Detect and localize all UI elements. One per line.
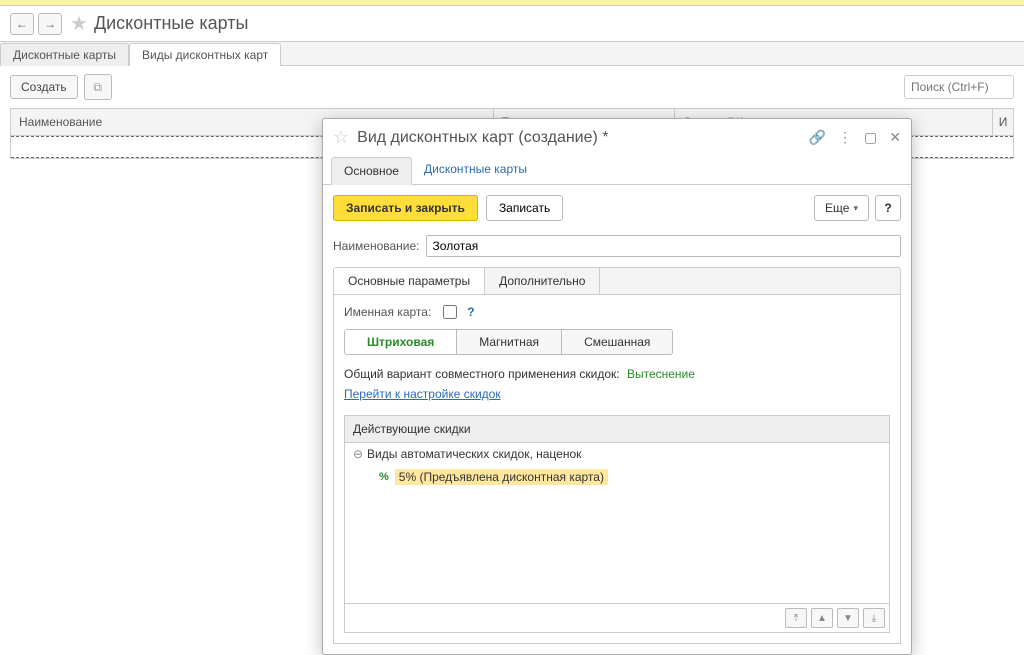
save-and-close-button[interactable]: Записать и закрыть xyxy=(333,195,478,221)
named-card-row: Именная карта: ? xyxy=(344,305,890,319)
menu-dots-icon[interactable]: ⋮ xyxy=(838,129,852,146)
toggle-barcode[interactable]: Штриховая xyxy=(345,330,457,354)
link-icon[interactable]: 🔗 xyxy=(809,129,826,146)
card-type-toggle: Штриховая Магнитная Смешанная xyxy=(344,329,673,355)
outer-tabs: Дисконтные карты Виды дисконтных карт xyxy=(0,42,1024,66)
modal-title: Вид дисконтных карт (создание) * xyxy=(357,129,808,147)
help-button[interactable]: ? xyxy=(875,195,901,221)
inner-tab-basic[interactable]: Основные параметры xyxy=(334,268,485,294)
back-button[interactable]: ← xyxy=(10,13,34,35)
modal-tab-cards[interactable]: Дисконтные карты xyxy=(412,156,539,184)
named-card-checkbox[interactable] xyxy=(443,305,457,319)
toggle-mixed[interactable]: Смешанная xyxy=(562,330,672,354)
inner-body: Именная карта: ? Штриховая Магнитная Сме… xyxy=(333,295,901,644)
maximize-icon[interactable]: ▢ xyxy=(864,129,877,146)
save-button[interactable]: Записать xyxy=(486,195,563,221)
active-discounts-head: Действующие скидки xyxy=(345,416,889,443)
modal-create-card-type: ☆ Вид дисконтных карт (создание) * 🔗 ⋮ ▢… xyxy=(322,118,912,655)
modal-tabs: Основное Дисконтные карты xyxy=(323,156,911,185)
discount-icon: % xyxy=(379,471,389,483)
tree-root-row[interactable]: ⊖ Виды автоматических скидок, наценок xyxy=(345,443,889,465)
list-toolbar: Создать ⧉ xyxy=(0,66,1024,108)
toggle-magnetic[interactable]: Магнитная xyxy=(457,330,562,354)
page-header: ← → ★ Дисконтные карты xyxy=(0,6,1024,42)
tree-collapse-icon[interactable]: ⊖ xyxy=(353,447,367,461)
move-top-button[interactable]: ⤒ xyxy=(785,608,807,628)
discounts-tree[interactable]: ⊖ Виды автоматических скидок, наценок % … xyxy=(345,443,889,603)
name-input[interactable] xyxy=(426,235,901,257)
active-discounts-box: Действующие скидки ⊖ Виды автоматических… xyxy=(344,415,890,633)
tree-item-label: 5% (Предъявлена дисконтная карта) xyxy=(395,469,608,485)
inner-tabs: Основные параметры Дополнительно xyxy=(333,267,901,295)
name-label: Наименование: xyxy=(333,239,420,253)
discounts-footer: ⤒ ▲ ▼ ⤓ xyxy=(345,603,889,632)
joint-discount-row: Общий вариант совместного применения ски… xyxy=(344,367,890,381)
tab-discount-cards[interactable]: Дисконтные карты xyxy=(0,43,129,66)
more-button[interactable]: Еще ▾ xyxy=(814,195,869,221)
joint-label: Общий вариант совместного применения ски… xyxy=(344,367,620,381)
modal-header: ☆ Вид дисконтных карт (создание) * 🔗 ⋮ ▢… xyxy=(323,119,911,156)
chevron-down-icon: ▾ xyxy=(853,203,858,214)
more-label: Еще xyxy=(825,201,849,215)
modal-toolbar: Записать и закрыть Записать Еще ▾ ? xyxy=(323,185,911,231)
tree-root-label: Виды автоматических скидок, наценок xyxy=(367,447,581,461)
tree-item-row[interactable]: % 5% (Предъявлена дисконтная карта) xyxy=(345,465,889,489)
modal-favorite-icon[interactable]: ☆ xyxy=(333,127,349,148)
joint-value: Вытеснение xyxy=(627,367,695,381)
favorite-star-icon[interactable]: ★ xyxy=(70,11,88,36)
name-row: Наименование: xyxy=(323,231,911,261)
forward-button[interactable]: → xyxy=(38,13,62,35)
configure-discounts-link[interactable]: Перейти к настройке скидок xyxy=(344,387,501,401)
move-down-button[interactable]: ▼ xyxy=(837,608,859,628)
named-card-label: Именная карта: xyxy=(344,305,431,319)
copy-button[interactable]: ⧉ xyxy=(84,74,112,100)
modal-tab-main[interactable]: Основное xyxy=(331,157,412,185)
tab-discount-card-types[interactable]: Виды дисконтных карт xyxy=(129,43,281,66)
copy-icon: ⧉ xyxy=(93,80,102,95)
close-icon[interactable]: ✕ xyxy=(889,129,901,146)
col-name-label: Наименование xyxy=(19,115,102,129)
page-title: Дисконтные карты xyxy=(94,13,249,34)
named-card-help-icon[interactable]: ? xyxy=(467,305,474,319)
col-last[interactable]: И xyxy=(993,109,1013,135)
move-bottom-button[interactable]: ⤓ xyxy=(863,608,885,628)
create-button[interactable]: Создать xyxy=(10,75,78,99)
search-input[interactable] xyxy=(904,75,1014,99)
move-up-button[interactable]: ▲ xyxy=(811,608,833,628)
inner-tab-additional[interactable]: Дополнительно xyxy=(485,268,600,294)
